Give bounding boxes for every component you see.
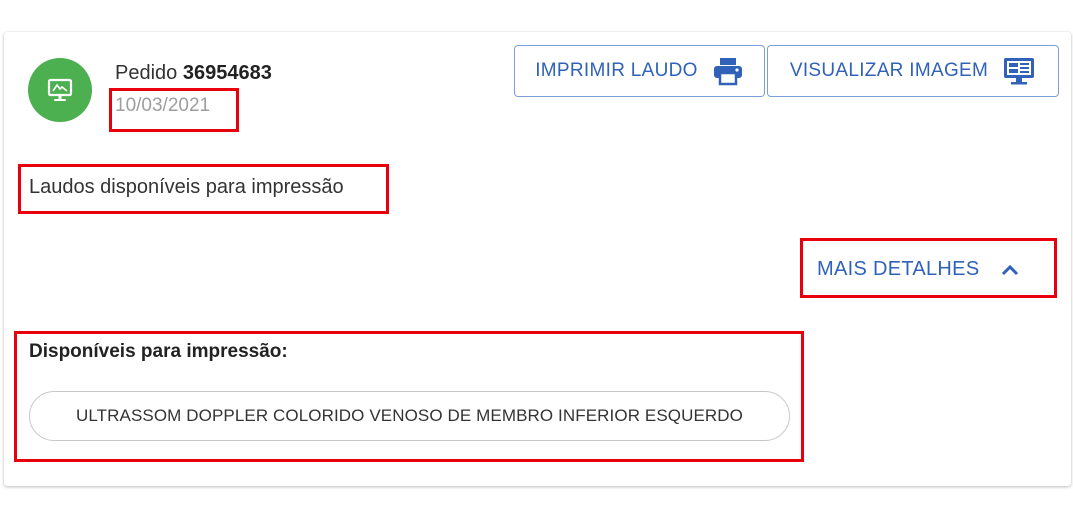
view-image-button[interactable]: VISUALIZAR IMAGEM xyxy=(767,45,1059,97)
more-details-highlight-box xyxy=(800,238,1057,298)
order-label: Pedido xyxy=(115,62,178,84)
view-image-label: VISUALIZAR IMAGEM xyxy=(789,60,989,81)
order-title: Pedido 36954683 xyxy=(115,62,272,85)
print-report-button[interactable]: IMPRIMIR LAUDO xyxy=(514,45,765,97)
avatar xyxy=(28,58,92,122)
date-highlight-box xyxy=(109,88,239,132)
order-number: 36954683 xyxy=(182,62,272,84)
printer-icon xyxy=(713,58,742,86)
available-section-highlight-box xyxy=(14,331,804,462)
status-highlight-box xyxy=(18,164,389,214)
print-report-label: IMPRIMIR LAUDO xyxy=(535,60,698,81)
monitor-icon xyxy=(1004,58,1035,85)
monitor-exam-icon xyxy=(47,78,73,101)
